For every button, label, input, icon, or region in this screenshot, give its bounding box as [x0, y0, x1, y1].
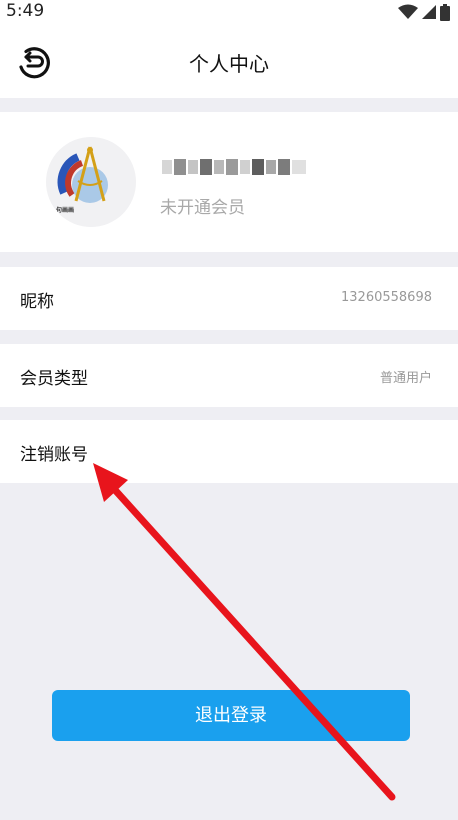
profile-card: 句画画 未开通会员: [0, 112, 458, 252]
page-title: 个人中心: [189, 52, 269, 76]
member-type-value: 普通用户: [379, 371, 432, 386]
member-type-row[interactable]: 会员类型 普通用户: [0, 344, 458, 407]
status-icons: [398, 3, 450, 21]
membership-status: 未开通会员: [160, 198, 245, 218]
avatar-label: 句画画: [56, 207, 75, 214]
member-type-label: 会员类型: [20, 369, 88, 389]
avatar[interactable]: 句画画: [46, 137, 136, 227]
wifi-icon: [398, 4, 418, 19]
username-blurred: [160, 158, 310, 176]
header: 个人中心: [0, 24, 458, 98]
cancel-account-label: 注销账号: [20, 445, 88, 465]
cancel-account-row[interactable]: 注销账号: [0, 420, 458, 483]
status-bar: 5:49: [0, 0, 458, 24]
logout-button[interactable]: 退出登录: [52, 690, 410, 741]
nickname-label: 昵称: [20, 292, 54, 312]
nickname-value: 13260558698: [341, 290, 432, 305]
battery-icon: [440, 3, 450, 21]
signal-icon: [422, 5, 436, 19]
status-time: 5:49: [6, 1, 45, 21]
nickname-row[interactable]: 昵称 13260558698: [0, 267, 458, 330]
